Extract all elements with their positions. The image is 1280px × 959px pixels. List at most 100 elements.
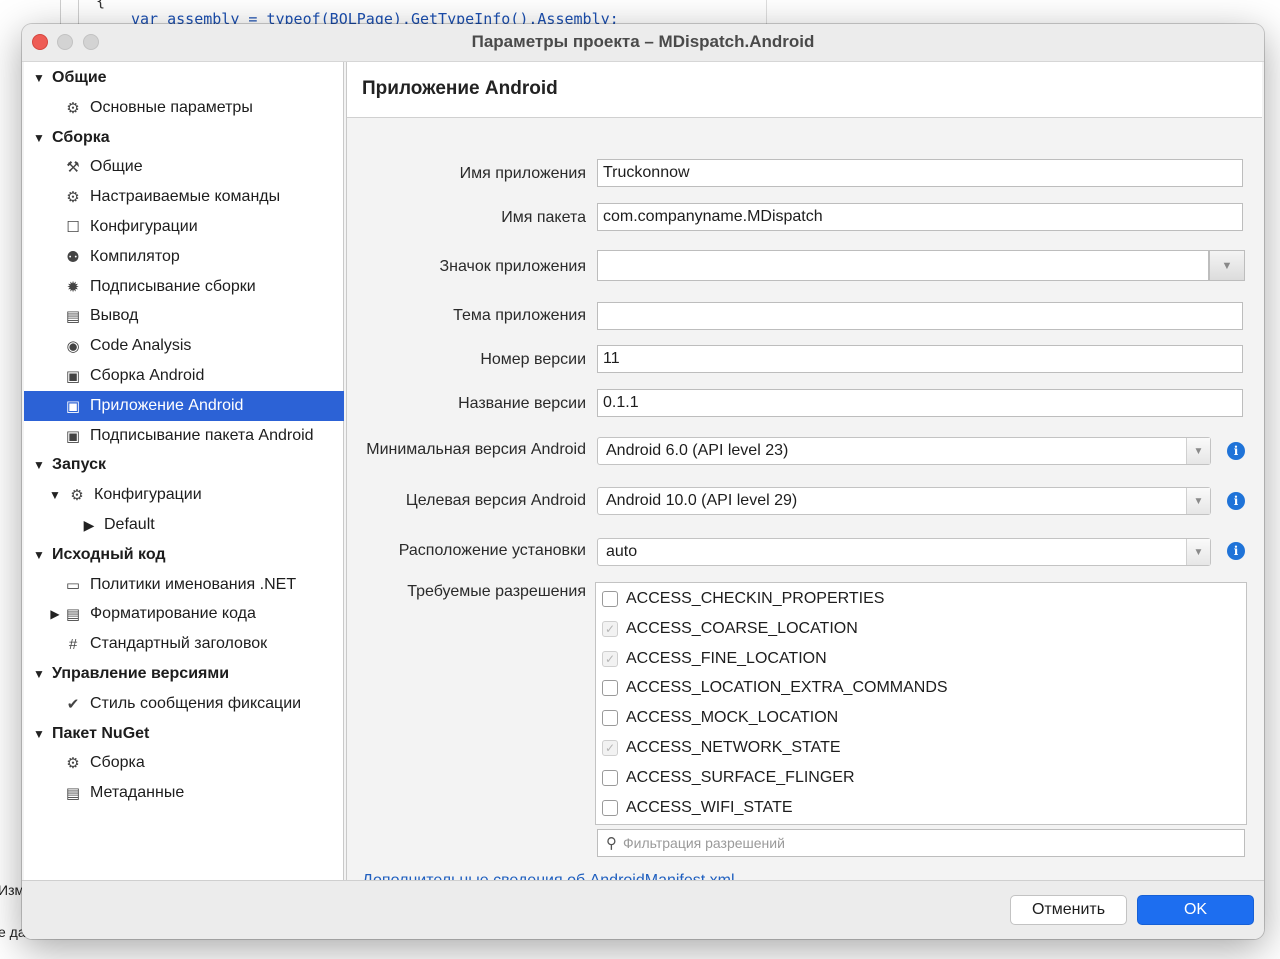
permission-item[interactable]: ACCESS_SURFACE_FLINGER: [602, 766, 855, 790]
sidebar-item[interactable]: ☐ Конфигурации: [24, 212, 344, 242]
item-icon: ▤: [65, 606, 81, 624]
app-name-field[interactable]: Truckonnow: [597, 159, 1243, 187]
sidebar-item[interactable]: ▣ Сборка Android: [24, 361, 344, 391]
sidebar-item[interactable]: ⚙ Основные параметры: [24, 93, 344, 123]
permission-checkbox[interactable]: [602, 769, 618, 786]
sidebar-item[interactable]: ▶ ▤ Форматирование кода: [24, 599, 344, 629]
item-icon: ◉: [66, 338, 80, 356]
install-location-label: Расположение установки: [398, 542, 586, 559]
chevron-down-icon[interactable]: ▼: [1186, 438, 1210, 464]
permission-label: ACCESS_NETWORK_STATE: [626, 739, 841, 756]
disclosure-expanded-icon[interactable]: ▼: [32, 131, 46, 145]
disclosure-expanded-icon[interactable]: ▼: [32, 727, 46, 741]
info-icon[interactable]: i: [1227, 542, 1245, 560]
sidebar-item[interactable]: ▣ Приложение Android: [24, 390, 344, 421]
page-title: Приложение Android: [362, 78, 558, 99]
sidebar-item[interactable]: ▼ Сборка: [24, 123, 344, 153]
permission-item[interactable]: ACCESS_CHECKIN_PROPERTIES: [602, 587, 884, 611]
permission-checkbox[interactable]: [602, 591, 618, 607]
sidebar-item-label: Конфигурации: [94, 486, 202, 504]
sidebar-item-label: Форматирование кода: [90, 605, 256, 623]
ok-button[interactable]: OK: [1137, 895, 1254, 925]
filter-placeholder: Фильтрация разрешений: [623, 835, 785, 851]
sidebar-item[interactable]: ⚙ Настраиваемые команды: [24, 182, 344, 212]
sidebar-item[interactable]: ⚒ Общие: [24, 152, 344, 182]
target-android-label: Целевая версия Android: [405, 492, 586, 509]
item-icon: ▣: [65, 368, 81, 385]
permission-item[interactable]: ✓ ACCESS_NETWORK_STATE: [602, 736, 841, 760]
sidebar-item[interactable]: ▤ Метаданные: [24, 778, 344, 808]
target-android-select[interactable]: Android 10.0 (API level 29) ▼: [597, 487, 1211, 515]
permission-item[interactable]: ACCESS_MOCK_LOCATION: [602, 706, 838, 730]
app-theme-field[interactable]: [597, 302, 1243, 330]
sidebar-item[interactable]: ⚉ Компилятор: [24, 242, 344, 272]
min-android-select[interactable]: Android 6.0 (API level 23) ▼: [597, 437, 1211, 465]
sidebar-item-label: Code Analysis: [90, 337, 192, 355]
sidebar-item-label: Общие: [52, 69, 107, 86]
sidebar-item[interactable]: ✔ Стиль сообщения фиксации: [24, 689, 344, 719]
sidebar-item[interactable]: ▶ Default: [24, 510, 344, 540]
sidebar-item[interactable]: ▼ Пакет NuGet: [24, 719, 344, 749]
sidebar-item[interactable]: ✹ Подписывание сборки: [24, 272, 344, 302]
cancel-button[interactable]: Отменить: [1010, 895, 1127, 925]
sidebar-item[interactable]: ▼ ⚙ Конфигурации: [24, 480, 344, 510]
app-icon-field[interactable]: [597, 250, 1209, 281]
sidebar-item[interactable]: ▼ Управление версиями: [24, 659, 344, 689]
sidebar-item-label: Подписывание сборки: [90, 277, 256, 295]
sidebar-item[interactable]: ▭ Политики именования .NET: [24, 570, 344, 600]
sidebar-item[interactable]: ▤ Вывод: [24, 301, 344, 331]
permission-item[interactable]: ✓ ACCESS_FINE_LOCATION: [602, 647, 827, 671]
sidebar-item[interactable]: ▼ Исходный код: [24, 540, 344, 570]
sidebar-item-label: Исходный код: [52, 545, 166, 563]
title-bar: Параметры проекта – MDispatch.Android: [22, 24, 1264, 62]
disclosure-expanded-icon[interactable]: ▼: [48, 488, 62, 502]
sidebar-item[interactable]: ▣ Подписывание пакета Android: [24, 421, 344, 451]
permissions-list[interactable]: ACCESS_CHECKIN_PROPERTIES ✓ ACCESS_COARSE_…: [595, 582, 1247, 825]
sidebar-item-label: Общие: [90, 158, 143, 176]
permission-item[interactable]: ACCESS_WIFI_STATE: [602, 796, 793, 820]
chevron-down-icon[interactable]: ▼: [1186, 539, 1210, 565]
app-icon-dropdown-button[interactable]: ▼: [1209, 250, 1245, 281]
sidebar-item[interactable]: ⚙ Сборка: [24, 748, 344, 778]
info-icon[interactable]: i: [1227, 492, 1245, 510]
item-icon: ⚒: [66, 159, 80, 177]
sidebar-item-label: Приложение Android: [90, 396, 244, 414]
min-android-value: Android 6.0 (API level 23): [606, 442, 789, 459]
item-icon: ▤: [65, 308, 81, 326]
permission-checkbox[interactable]: [602, 680, 618, 697]
permission-filter-input[interactable]: ⚲ Фильтрация разрешений: [597, 829, 1245, 857]
sidebar-item-label: Сборка: [52, 128, 110, 146]
app-icon-label: Значок приложения: [439, 258, 587, 275]
disclosure-collapsed-icon[interactable]: ▶: [82, 517, 96, 534]
permission-checkbox[interactable]: [602, 710, 618, 727]
permission-label: ACCESS_WIFI_STATE: [626, 798, 793, 816]
item-icon: ▭: [65, 576, 81, 594]
permission-label: ACCESS_MOCK_LOCATION: [626, 709, 839, 727]
app-theme-label: Тема приложения: [453, 307, 586, 324]
sidebar-item[interactable]: ▼ Запуск: [24, 450, 344, 480]
install-location-select[interactable]: auto ▼: [597, 538, 1211, 566]
disclosure-expanded-icon[interactable]: ▼: [32, 667, 46, 681]
permission-item[interactable]: ACCESS_LOCATION_EXTRA_COMMANDS: [602, 676, 948, 700]
version-number-label: Номер версии: [480, 351, 586, 368]
package-name-field[interactable]: com.companyname.MDispatch: [597, 203, 1243, 231]
disclosure-expanded-icon[interactable]: ▼: [32, 548, 46, 562]
permission-checkbox[interactable]: ✓: [602, 650, 618, 667]
permission-checkbox[interactable]: [602, 799, 618, 816]
chevron-down-icon[interactable]: ▼: [1186, 488, 1210, 514]
info-icon[interactable]: i: [1227, 442, 1245, 460]
permission-item[interactable]: ✓ ACCESS_COARSE_LOCATION: [602, 617, 858, 641]
sidebar-item-label: Компилятор: [90, 247, 180, 265]
permission-checkbox[interactable]: ✓: [602, 740, 618, 756]
disclosure-collapsed-icon[interactable]: ▶: [48, 607, 62, 621]
version-name-field[interactable]: 0.1.1: [597, 389, 1243, 417]
version-number-field[interactable]: 11: [597, 345, 1243, 373]
dialog-footer: Отменить OK: [22, 880, 1264, 939]
sidebar-item[interactable]: ◉ Code Analysis: [24, 331, 344, 361]
disclosure-expanded-icon[interactable]: ▼: [32, 71, 46, 85]
sidebar-item[interactable]: # Стандартный заголовок: [24, 629, 344, 659]
permission-checkbox[interactable]: ✓: [602, 620, 618, 637]
sidebar-item[interactable]: ▼ Общие: [24, 63, 344, 93]
disclosure-expanded-icon[interactable]: ▼: [32, 458, 46, 472]
sidebar-item-label: Запуск: [52, 456, 106, 474]
